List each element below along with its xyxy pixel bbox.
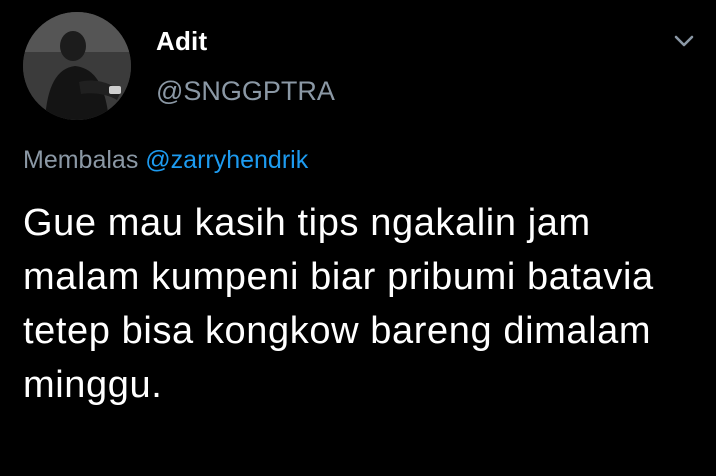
author-display-name[interactable]: Adit: [156, 26, 207, 57]
chevron-down-icon[interactable]: [670, 30, 698, 52]
reply-context: Membalas @zarryhendrik: [23, 146, 308, 175]
tweet[interactable]: Adit @SNGGPTRA Membalas @zarryhendrik Gu…: [0, 0, 716, 476]
reply-prefix: Membalas: [23, 146, 139, 174]
avatar-photo: [23, 12, 131, 120]
tweet-text: Gue mau kasih tips ngakalin jam malam ku…: [23, 202, 654, 406]
reply-mention-link[interactable]: @zarryhendrik: [145, 146, 308, 174]
author-handle[interactable]: @SNGGPTRA: [156, 76, 335, 107]
avatar[interactable]: [23, 12, 131, 120]
